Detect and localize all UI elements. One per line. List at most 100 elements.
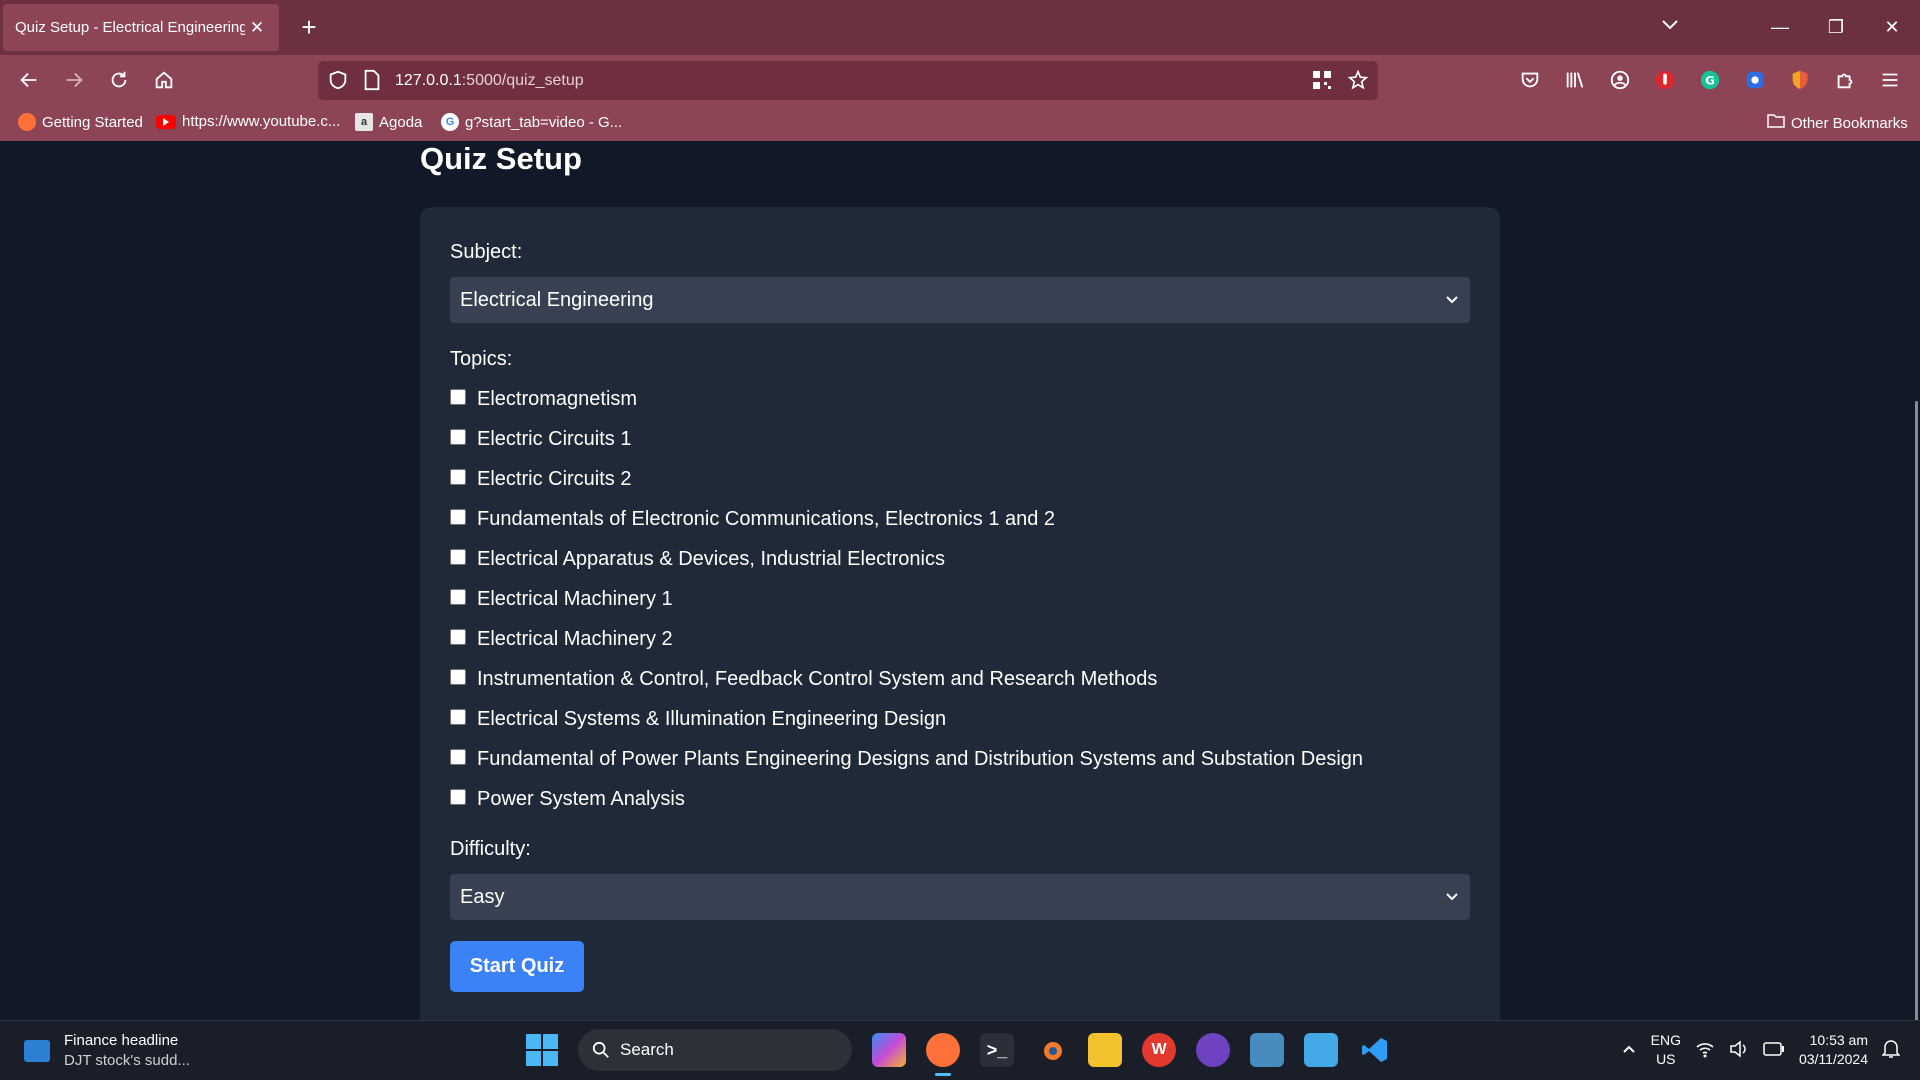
account-icon[interactable]	[1607, 67, 1633, 93]
bookmark-google[interactable]: G g?start_tab=video - G...	[441, 113, 622, 131]
library-icon[interactable]	[1562, 67, 1588, 93]
url-path: :5000/quiz_setup	[461, 72, 584, 89]
search-label: Search	[620, 1040, 674, 1059]
topic-checkbox[interactable]	[450, 748, 466, 765]
taskbar: Finance headline DJT stock's sudd... Sea…	[0, 1020, 1920, 1080]
taskbar-search[interactable]: Search	[578, 1029, 852, 1071]
news-subtitle: DJT stock's sudd...	[64, 1052, 190, 1069]
svg-text:G: G	[1705, 74, 1715, 88]
topic-label: Electromagnetism	[477, 388, 638, 410]
start-quiz-button[interactable]: Start Quiz	[450, 941, 584, 992]
battery-icon[interactable]	[1763, 1041, 1785, 1059]
home-icon[interactable]	[151, 67, 177, 93]
topic-checkbox[interactable]	[450, 788, 466, 805]
terminal-icon[interactable]: >_	[980, 1033, 1014, 1067]
topic-option[interactable]: Electric Circuits 2	[450, 468, 631, 491]
language-indicator[interactable]: ENG US	[1651, 1031, 1681, 1069]
topic-option[interactable]: Electrical Machinery 2	[450, 628, 673, 651]
topic-checkbox[interactable]	[450, 428, 466, 445]
topic-checkbox[interactable]	[450, 588, 466, 605]
news-widget[interactable]: Finance headline DJT stock's sudd...	[24, 1031, 190, 1071]
minimize-icon[interactable]: —	[1752, 17, 1808, 38]
topic-option[interactable]: Electric Circuits 1	[450, 428, 631, 451]
shield-icon[interactable]	[327, 69, 349, 96]
extension-shield-icon[interactable]	[1787, 67, 1813, 93]
copilot-icon[interactable]	[872, 1033, 906, 1067]
topic-checkbox[interactable]	[450, 508, 466, 525]
pocket-icon[interactable]	[1517, 67, 1543, 93]
extensions-puzzle-icon[interactable]	[1832, 67, 1858, 93]
clock-date: 03/11/2024	[1798, 1051, 1868, 1067]
other-bookmarks-label: Other Bookmarks	[1791, 114, 1908, 132]
forward-icon[interactable]	[61, 67, 87, 93]
difficulty-select-value: Easy	[460, 885, 505, 908]
topic-option[interactable]: Electrical Machinery 1	[450, 588, 673, 611]
topic-label: Instrumentation & Control, Feedback Cont…	[477, 668, 1158, 690]
region-code: US	[1656, 1051, 1676, 1067]
qr-code-icon[interactable]	[1310, 68, 1334, 92]
chevron-down-icon	[1446, 893, 1458, 901]
difficulty-select[interactable]: Easy	[450, 874, 1470, 920]
vscode-icon[interactable]	[1358, 1033, 1392, 1067]
topic-checkbox[interactable]	[450, 708, 466, 725]
browser-tab[interactable]: Quiz Setup - Electrical Engineering ✕	[3, 4, 279, 51]
address-bar[interactable]: 127.0.0.1:5000/quiz_setup	[318, 61, 1378, 100]
godot-icon[interactable]	[1250, 1033, 1284, 1067]
bookmark-getting-started[interactable]: Getting Started	[18, 113, 143, 131]
wifi-icon[interactable]	[1695, 1040, 1715, 1061]
bookmark-agoda[interactable]: a Agoda	[355, 113, 422, 131]
list-all-tabs-icon[interactable]	[1660, 14, 1680, 39]
close-window-icon[interactable]: ✕	[1864, 17, 1920, 38]
chevron-up-icon[interactable]	[1621, 1041, 1637, 1060]
wps-office-icon[interactable]: W	[1142, 1033, 1176, 1067]
clock[interactable]: 10:53 am 03/11/2024	[1799, 1031, 1868, 1069]
topic-label: Power System Analysis	[477, 788, 685, 810]
notepad-icon[interactable]	[1304, 1033, 1338, 1067]
bookmark-youtube[interactable]: https://www.youtube.c...	[156, 113, 340, 130]
github-desktop-icon[interactable]	[1196, 1033, 1230, 1067]
notification-bell-icon[interactable]	[1881, 1039, 1901, 1062]
difficulty-label: Difficulty:	[450, 838, 531, 860]
page-viewport: Quiz Setup Subject: Electrical Engineeri…	[0, 141, 1920, 1021]
firefox-taskbar-icon[interactable]	[926, 1033, 960, 1076]
topic-option[interactable]: Electromagnetism	[450, 388, 637, 411]
topic-option[interactable]: Electrical Systems & Illumination Engine…	[450, 708, 946, 731]
extension-blue-icon[interactable]	[1742, 67, 1768, 93]
tab-title: Quiz Setup - Electrical Engineering	[15, 19, 245, 36]
topic-option[interactable]: Instrumentation & Control, Feedback Cont…	[450, 668, 1157, 691]
grammarly-icon[interactable]: G	[1697, 67, 1723, 93]
file-explorer-icon[interactable]	[1088, 1033, 1122, 1067]
search-icon	[592, 1041, 609, 1058]
url-host: 127.0.0.1	[395, 72, 462, 89]
youtube-icon	[156, 114, 176, 129]
url-text[interactable]: 127.0.0.1:5000/quiz_setup	[395, 72, 584, 90]
topic-checkbox[interactable]	[450, 628, 466, 645]
subject-select-value: Electrical Engineering	[460, 288, 654, 311]
topic-option[interactable]: Power System Analysis	[450, 788, 685, 811]
google-icon: G	[441, 113, 459, 131]
page-scrollbar[interactable]	[1915, 401, 1918, 1021]
topic-checkbox[interactable]	[450, 668, 466, 685]
topic-checkbox[interactable]	[450, 388, 466, 405]
topic-checkbox[interactable]	[450, 548, 466, 565]
subject-select[interactable]: Electrical Engineering	[450, 277, 1470, 323]
extension-red-icon[interactable]	[1652, 67, 1678, 93]
close-tab-icon[interactable]: ✕	[245, 18, 269, 38]
topic-option[interactable]: Electrical Apparatus & Devices, Industri…	[450, 548, 945, 571]
topic-label: Electrical Machinery 2	[477, 628, 673, 650]
start-windows-icon[interactable]	[526, 1034, 558, 1066]
topic-option[interactable]: Fundamental of Power Plants Engineering …	[450, 748, 1363, 771]
restore-icon[interactable]: ❐	[1808, 17, 1864, 38]
page-icon[interactable]	[362, 69, 382, 96]
topic-option[interactable]: Fundamentals of Electronic Communication…	[450, 508, 1055, 531]
bookmark-label: g?start_tab=video - G...	[465, 113, 623, 131]
blender-icon[interactable]	[1034, 1033, 1068, 1067]
bookmark-star-icon[interactable]	[1346, 68, 1370, 92]
back-icon[interactable]	[16, 67, 42, 93]
volume-icon[interactable]	[1729, 1039, 1749, 1061]
menu-icon[interactable]	[1877, 67, 1903, 93]
other-bookmarks[interactable]: Other Bookmarks	[1767, 113, 1908, 133]
topic-checkbox[interactable]	[450, 468, 466, 485]
reload-icon[interactable]	[106, 67, 132, 93]
new-tab-icon[interactable]: +	[294, 12, 324, 42]
